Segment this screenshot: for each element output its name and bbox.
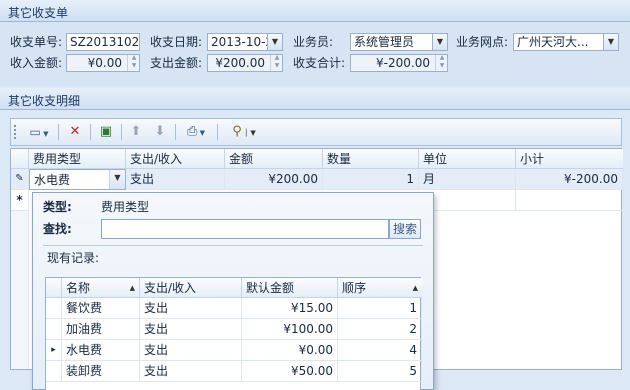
column-header-unit[interactable]: 单位 bbox=[419, 149, 516, 169]
popup-type-value: 费用类型 bbox=[101, 200, 150, 214]
spin-icon: ▲ ▼ bbox=[435, 55, 447, 71]
popup-records-label: 现有记录: bbox=[47, 251, 100, 265]
row-indicator-header bbox=[46, 278, 62, 298]
delete-icon[interactable]: ✕ bbox=[66, 123, 84, 141]
section-header-detail: 其它收支明细 bbox=[0, 88, 630, 110]
column-header-amount[interactable]: 金额 bbox=[225, 149, 323, 169]
staff-select[interactable]: 系统管理员 ▼ bbox=[350, 33, 448, 51]
record-io[interactable]: 支出 bbox=[140, 298, 242, 319]
column-header-type[interactable]: 费用类型 bbox=[29, 149, 126, 169]
grid-toolbar: ▭ ▼ ✕ ▣ ⬆ ⬇ ⎙ ▼ ⚲ │ ▼ bbox=[10, 118, 622, 146]
qty-cell[interactable]: 1 bbox=[323, 169, 419, 190]
spin-icon: ▲ ▼ bbox=[127, 55, 139, 71]
row-indicator bbox=[46, 319, 62, 340]
popup-search-input[interactable] bbox=[101, 219, 389, 239]
record-io[interactable]: 支出 bbox=[140, 361, 242, 382]
row-header-strip bbox=[11, 211, 29, 369]
column-header-qty[interactable]: 数量 bbox=[323, 149, 419, 169]
new-document-icon[interactable]: ▭ ▼ bbox=[25, 123, 53, 141]
move-up-icon[interactable]: ⬆ bbox=[127, 123, 145, 141]
doc-no-field[interactable]: SZ2013102€ bbox=[66, 33, 140, 51]
spin-icon: ▲ ▼ bbox=[270, 55, 282, 71]
section-title: 其它收支单 bbox=[8, 6, 69, 20]
column-header-order[interactable]: 顺序 ▲ bbox=[338, 278, 422, 298]
record-io[interactable]: 支出 bbox=[140, 319, 242, 340]
lookup-popup: 类型: 费用类型 查找: 搜索 现有记录: 名称 ▲ 支出/收入 默认金额 顺序 ▲… bbox=[32, 192, 434, 390]
staff-label: 业务员: bbox=[293, 35, 334, 49]
chevron-down-icon[interactable]: ▼ bbox=[267, 34, 282, 50]
expense-field[interactable]: ¥200.00 ▲ ▼ bbox=[207, 54, 283, 72]
edit-pencil-icon: ✎ bbox=[11, 169, 29, 190]
branch-select[interactable]: 广州天河大... ▼ bbox=[513, 33, 619, 51]
date-field[interactable]: 2013-10-2 ▼ bbox=[207, 33, 283, 51]
record-amount[interactable]: ¥100.00 bbox=[242, 319, 338, 340]
new-row-icon: * bbox=[11, 190, 29, 211]
expense-label: 支出金额: bbox=[150, 56, 203, 70]
column-header-subtotal[interactable]: 小计 bbox=[516, 149, 623, 169]
income-field[interactable]: ¥0.00 ▲ ▼ bbox=[66, 54, 140, 72]
section-header-document: 其它收支单 bbox=[0, 0, 630, 22]
record-order[interactable]: 5 bbox=[338, 361, 422, 382]
divider bbox=[43, 245, 423, 246]
record-order[interactable]: 1 bbox=[338, 298, 422, 319]
record-name[interactable]: 水电费 bbox=[62, 340, 140, 361]
current-row-icon: ▸ bbox=[46, 340, 62, 361]
column-header-name[interactable]: 名称 ▲ bbox=[62, 278, 140, 298]
amount-cell[interactable]: ¥200.00 bbox=[225, 169, 323, 190]
popup-records-table: 名称 ▲ 支出/收入 默认金额 顺序 ▲ 餐饮费 支出 ¥15.00 1 加油费 支… bbox=[45, 277, 422, 390]
subtotal-cell[interactable]: ¥-200.00 bbox=[516, 169, 623, 190]
total-label: 收支合计: bbox=[293, 56, 346, 70]
total-field[interactable]: ¥-200.00 ▲ ▼ bbox=[350, 54, 448, 72]
popup-search-button[interactable]: 搜索 bbox=[389, 219, 421, 239]
column-header-io[interactable]: 支出/收入 bbox=[140, 278, 242, 298]
branch-label: 业务网点: bbox=[456, 35, 509, 49]
chevron-down-icon[interactable]: ▼ bbox=[432, 34, 447, 50]
record-order[interactable]: 2 bbox=[338, 319, 422, 340]
print-icon[interactable]: ⎙ ▼ bbox=[181, 123, 211, 141]
sort-ascending-icon: ▲ bbox=[129, 284, 135, 292]
record-amount[interactable]: ¥15.00 bbox=[242, 298, 338, 319]
document-form: 收支单号: SZ2013102€ 收支日期: 2013-10-2 ▼ 业务员: … bbox=[0, 22, 630, 86]
record-name[interactable]: 餐饮费 bbox=[62, 298, 140, 319]
record-order[interactable]: 4 bbox=[338, 340, 422, 361]
unit-cell[interactable]: 月 bbox=[419, 169, 516, 190]
date-label: 收支日期: bbox=[150, 35, 203, 49]
search-icon[interactable]: ⚲ │ ▼ bbox=[224, 123, 264, 141]
toolbar-grip bbox=[14, 125, 16, 139]
record-name[interactable]: 装卸费 bbox=[62, 361, 140, 382]
move-down-icon[interactable]: ⬇ bbox=[151, 123, 169, 141]
save-icon[interactable]: ▣ bbox=[97, 123, 115, 141]
column-header-default-amount[interactable]: 默认金额 bbox=[242, 278, 338, 298]
chevron-down-icon[interactable]: ▼ bbox=[603, 34, 618, 50]
doc-no-label: 收支单号: bbox=[10, 35, 63, 49]
income-label: 收入金额: bbox=[10, 56, 63, 70]
record-io[interactable]: 支出 bbox=[140, 340, 242, 361]
popup-search-label: 查找: bbox=[43, 222, 72, 236]
popup-type-label: 类型: bbox=[43, 200, 72, 214]
chevron-down-icon[interactable]: ▼ bbox=[109, 170, 125, 189]
new-row-cell[interactable] bbox=[516, 190, 623, 211]
record-amount[interactable]: ¥50.00 bbox=[242, 361, 338, 382]
sort-ascending-icon: ▲ bbox=[412, 284, 418, 292]
type-cell-editor[interactable]: 水电费 ▼ bbox=[29, 169, 126, 190]
io-cell[interactable]: 支出 bbox=[126, 169, 225, 190]
row-indicator bbox=[46, 361, 62, 382]
row-indicator bbox=[46, 298, 62, 319]
record-amount[interactable]: ¥0.00 bbox=[242, 340, 338, 361]
record-name[interactable]: 加油费 bbox=[62, 319, 140, 340]
row-indicator-header bbox=[11, 149, 29, 169]
section-title: 其它收支明细 bbox=[8, 94, 81, 108]
column-header-io[interactable]: 支出/收入 bbox=[126, 149, 225, 169]
